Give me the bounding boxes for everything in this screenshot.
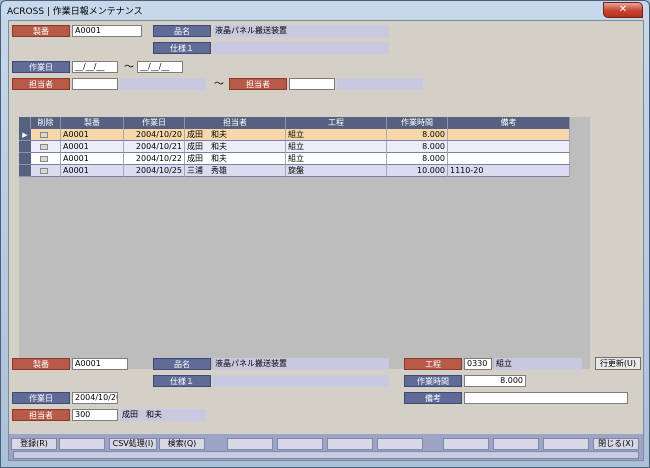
grid-corner (19, 117, 31, 129)
filter-tantou-to-label: 担当者 (229, 78, 287, 90)
data-grid[interactable]: 削除 製番 作業日 担当者 工程 作業時間 備考 ▶ A0001 2004/10… (19, 117, 590, 369)
table-row[interactable]: A0001 2004/10/22 成田 和夫 組立 8.000 (19, 153, 570, 165)
filter-hinmei-label: 品名 (153, 25, 211, 37)
csv-button[interactable]: CSV処理(I) (109, 438, 157, 450)
delete-checkbox[interactable] (40, 156, 48, 162)
filter-hinmei-value: 液晶パネル搬送装置 (213, 25, 389, 37)
filter-tantou-from-name (120, 78, 206, 90)
detail-seiban-label: 製番 (12, 358, 70, 370)
function-button-5[interactable] (227, 438, 273, 450)
function-button-10[interactable] (493, 438, 539, 450)
cell-bikou: 1110-20 (448, 165, 570, 177)
filter-shiyou-value (213, 42, 389, 54)
col-header-seiban[interactable]: 製番 (61, 117, 124, 129)
cell-tantou: 三浦 秀雄 (185, 165, 286, 177)
detail-tantou-input[interactable]: 300 (72, 409, 118, 421)
cell-date: 2004/10/25 (124, 165, 185, 177)
detail-tantou-label: 担当者 (12, 409, 70, 421)
window-title: ACROSS | 作業日報メンテナンス (7, 7, 143, 17)
function-button-11[interactable] (543, 438, 589, 450)
cell-tantou: 成田 和夫 (185, 141, 286, 153)
table-row[interactable]: A0001 2004/10/21 成田 和夫 組立 8.000 (19, 141, 570, 153)
register-button[interactable]: 登録(R) (11, 438, 57, 450)
cell-seiban: A0001 (61, 165, 124, 177)
cell-hours: 10.000 (387, 165, 448, 177)
filter-shiyou-label: 仕様１ (153, 42, 211, 54)
detail-hinmei-label: 品名 (153, 358, 211, 370)
filter-tantou-to-name (337, 78, 423, 90)
filter-date-from-input[interactable]: __/__/__ (72, 61, 118, 73)
col-header-bikou[interactable]: 備考 (448, 117, 570, 129)
client-area: 製番 A0001 品名 液晶パネル搬送装置 仕様１ 作業日 __/__/__ ～… (8, 20, 644, 461)
row-header (19, 153, 31, 165)
cell-hours: 8.000 (387, 129, 448, 141)
cell-seiban: A0001 (61, 129, 124, 141)
cell-tantou: 成田 和夫 (185, 153, 286, 165)
detail-sagyoubi-label: 作業日 (12, 392, 70, 404)
cell-date: 2004/10/20 (124, 129, 185, 141)
cell-date: 2004/10/21 (124, 141, 185, 153)
cell-bikou (448, 129, 570, 141)
detail-hinmei-value: 液晶パネル搬送装置 (213, 358, 389, 370)
cell-date: 2004/10/22 (124, 153, 185, 165)
col-header-tantou[interactable]: 担当者 (185, 117, 286, 129)
col-header-hours[interactable]: 作業時間 (387, 117, 448, 129)
detail-seiban-input[interactable]: A0001 (72, 358, 128, 370)
cell-seiban: A0001 (61, 141, 124, 153)
cell-bikou (448, 141, 570, 153)
cell-bikou (448, 153, 570, 165)
cell-koutei: 組立 (286, 129, 387, 141)
col-header-koutei[interactable]: 工程 (286, 117, 387, 129)
filter-seiban-label: 製番 (12, 25, 70, 37)
detail-jikan-label: 作業時間 (404, 375, 462, 387)
row-update-button[interactable]: 行更新(U) (595, 357, 641, 370)
cell-koutei: 組立 (286, 141, 387, 153)
detail-sagyoubi-input[interactable]: 2004/10/20 (72, 392, 118, 404)
title-bar: ACROSS | 作業日報メンテナンス ✕ (1, 1, 649, 19)
detail-koutei-code-input[interactable]: 0330 (464, 358, 492, 370)
row-header (19, 165, 31, 177)
delete-checkbox[interactable] (40, 144, 48, 150)
table-row[interactable]: A0001 2004/10/25 三浦 秀雄 旋盤 10.000 1110-20 (19, 165, 570, 177)
col-header-delete[interactable]: 削除 (31, 117, 61, 129)
function-button-9[interactable] (443, 438, 489, 450)
delete-checkbox[interactable] (40, 168, 48, 174)
delete-checkbox[interactable] (40, 132, 48, 138)
cell-hours: 8.000 (387, 153, 448, 165)
function-button-6[interactable] (277, 438, 323, 450)
function-button-2[interactable] (59, 438, 105, 450)
function-button-7[interactable] (327, 438, 373, 450)
detail-tantou-name: 成田 和夫 (120, 409, 206, 421)
current-row-marker: ▶ (19, 129, 31, 141)
tantou-range-tilde: ～ (214, 79, 224, 90)
filter-tantou-from-label: 担当者 (12, 78, 70, 90)
close-icon[interactable]: ✕ (603, 2, 643, 18)
detail-koutei-label: 工程 (404, 358, 462, 370)
function-button-8[interactable] (377, 438, 423, 450)
filter-seiban-input[interactable]: A0001 (72, 25, 142, 37)
cell-tantou: 成田 和夫 (185, 129, 286, 141)
status-bar (13, 451, 639, 459)
detail-shiyou-value (213, 375, 389, 387)
detail-bikou-label: 備考 (404, 392, 462, 404)
search-button[interactable]: 検索(Q) (159, 438, 205, 450)
row-header (19, 141, 31, 153)
col-header-date[interactable]: 作業日 (124, 117, 185, 129)
cell-seiban: A0001 (61, 153, 124, 165)
detail-shiyou-label: 仕様１ (153, 375, 211, 387)
cell-hours: 8.000 (387, 141, 448, 153)
close-button[interactable]: 閉じる(X) (593, 438, 639, 450)
filter-date-to-input[interactable]: __/__/__ (137, 61, 183, 73)
detail-bikou-input[interactable] (464, 392, 628, 404)
cell-koutei: 組立 (286, 153, 387, 165)
detail-jikan-input[interactable]: 8.000 (464, 375, 526, 387)
filter-tantou-from-input[interactable] (72, 78, 118, 90)
table-row[interactable]: ▶ A0001 2004/10/20 成田 和夫 組立 8.000 (19, 129, 570, 141)
filter-sagyoubi-label: 作業日 (12, 61, 70, 73)
app-window: ACROSS | 作業日報メンテナンス ✕ 製番 A0001 品名 液晶パネル搬… (0, 0, 650, 468)
date-range-tilde: ～ (124, 62, 134, 73)
detail-koutei-name: 組立 (494, 358, 582, 370)
filter-tantou-to-input[interactable] (289, 78, 335, 90)
cell-koutei: 旋盤 (286, 165, 387, 177)
